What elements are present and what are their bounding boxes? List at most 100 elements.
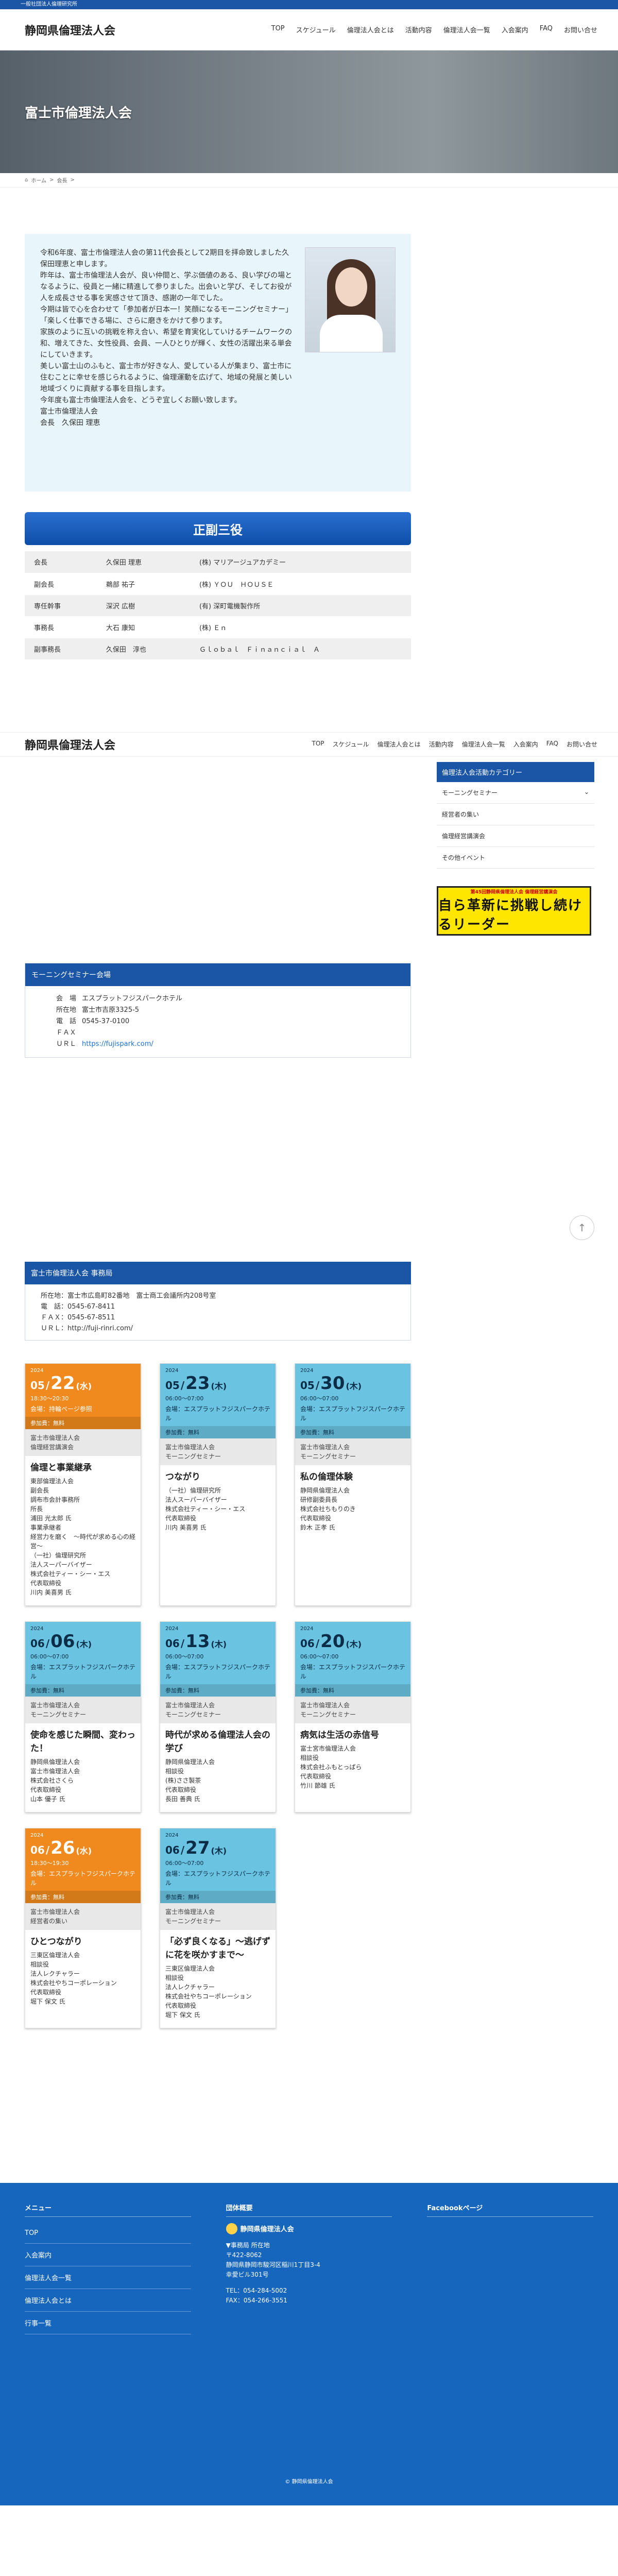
event-weekday: (木) bbox=[346, 1381, 362, 1391]
venue-url-link[interactable]: https://fujispark.com/ bbox=[82, 1039, 153, 1050]
nav-about[interactable]: 倫理法人会とは bbox=[347, 25, 394, 35]
event-speaker-line: 研修副委員長 bbox=[300, 1496, 338, 1503]
event-card[interactable]: 2024 06 / 26 (水) 18:30～19:30 会場：エスプラットフジ… bbox=[25, 1827, 141, 2028]
nav-activities[interactable]: 活動内容 bbox=[405, 25, 432, 35]
event-title[interactable]: 使命を感じた瞬間、変わった！ bbox=[30, 1728, 135, 1755]
event-year: 2024 bbox=[30, 1367, 44, 1374]
president-photo bbox=[305, 247, 396, 352]
event-card[interactable]: 2024 06 / 06 (木) 06:00～07:00 会場：エスプラットフジ… bbox=[25, 1621, 141, 1812]
nav-schedule[interactable]: スケジュール bbox=[333, 740, 369, 749]
event-speaker-line: 代表取締役 bbox=[165, 1514, 197, 1522]
greeting-line: 今期は皆で心を合わせて「参加者が日本一！笑顔になるモーニングセミナー」「楽しく仕… bbox=[40, 306, 293, 325]
footer-tel: TEL：054-284-5002 bbox=[226, 2286, 287, 2294]
event-time: 06:00～07:00 bbox=[165, 1859, 204, 1867]
nav-list[interactable]: 倫理法人会一覧 bbox=[462, 740, 505, 749]
nav-top[interactable]: TOP bbox=[312, 740, 324, 749]
event-title[interactable]: 倫理と事業継承 bbox=[30, 1461, 135, 1475]
event-title[interactable]: ひとつながり bbox=[30, 1935, 135, 1948]
event-title[interactable]: つながり bbox=[165, 1470, 270, 1484]
event-organizer: 富士市倫理法人会 bbox=[30, 1908, 80, 1916]
nav-about[interactable]: 倫理法人会とは bbox=[377, 740, 421, 749]
event-card[interactable]: 2024 06 / 13 (木) 06:00～07:00 会場：エスプラットフジ… bbox=[160, 1621, 276, 1812]
sidebar-item-gathering[interactable]: 経営者の集い bbox=[437, 804, 594, 825]
event-card[interactable]: 2024 05 / 30 (木) 06:00～07:00 会場：エスプラットフジ… bbox=[295, 1363, 411, 1606]
event-place: 会場：エスプラットフジスパークホテル bbox=[30, 1870, 136, 1887]
chevron-down-icon[interactable]: ⌄ bbox=[584, 788, 589, 797]
event-year: 2024 bbox=[165, 1367, 179, 1374]
event-place: 会場：エスプラットフジスパークホテル bbox=[165, 1870, 271, 1887]
back-to-top-button[interactable]: ↑ bbox=[570, 1215, 594, 1240]
event-weekday: (水) bbox=[76, 1845, 92, 1856]
sticky-header: 静岡県倫理法人会 TOP スケジュール 倫理法人会とは 活動内容 倫理法人会一覧… bbox=[0, 732, 618, 757]
footer-org-name: 静岡県倫理法人会 bbox=[240, 2226, 294, 2233]
event-year: 2024 bbox=[30, 1832, 44, 1838]
event-title[interactable]: 病気は生活の赤信号 bbox=[300, 1728, 405, 1742]
event-place: 会場：エスプラットフジスパークホテル bbox=[300, 1405, 406, 1422]
event-card[interactable]: 2024 05 / 22 (水) 18:30～20:30 会場：持輪ページ参照 … bbox=[25, 1363, 141, 1606]
footer-menu-title: メニュー bbox=[25, 2202, 191, 2217]
table-row: 副会長 鵜部 祐子 (株) ＹＯＵ ＨＯＵＳＥ bbox=[25, 573, 411, 595]
event-title[interactable]: 時代が求める倫理法人会の学び bbox=[165, 1728, 270, 1755]
nav-top[interactable]: TOP bbox=[271, 25, 285, 35]
nav-faq[interactable]: FAQ bbox=[546, 740, 558, 749]
nav-activities[interactable]: 活動内容 bbox=[429, 740, 454, 749]
event-title[interactable]: 「必ず良くなる」～逃げずに花を咲かすまで～ bbox=[165, 1935, 270, 1962]
footer-link-about[interactable]: 倫理法人会とは bbox=[25, 2289, 191, 2312]
event-time: 06:00～07:00 bbox=[300, 1395, 339, 1402]
site-logo[interactable]: 静岡県倫理法人会 bbox=[25, 736, 115, 753]
event-weekday: (木) bbox=[76, 1639, 92, 1649]
event-organizer: 富士市倫理法人会 bbox=[300, 1443, 350, 1451]
venue-value: 0545-37-0100 bbox=[82, 1017, 130, 1025]
global-nav: TOP スケジュール 倫理法人会とは 活動内容 倫理法人会一覧 入会案内 FAQ… bbox=[312, 740, 597, 749]
greeting-line: 家族のように互いの挑戦を称え合い、希望を育実化していけるチームワークの和、増えて… bbox=[40, 328, 293, 359]
footer-info: 団体概要 静岡県倫理法人会 ▼事務局 所在地 〒422-8062 静岡県静岡市駿… bbox=[226, 2202, 392, 2334]
nav-contact[interactable]: お問い合せ bbox=[564, 25, 597, 35]
event-card[interactable]: 2024 05 / 23 (木) 06:00～07:00 会場：エスプラットフジ… bbox=[160, 1363, 276, 1606]
event-body: 時代が求める倫理法人会の学び 静岡県倫理法人会 相談役 (株)ささ製茶 代表取締役 長田… bbox=[160, 1723, 276, 1812]
event-body: 使命を感じた瞬間、変わった！ 静岡県倫理法人会 富士市倫理法人会 株式会社さくら 代表… bbox=[25, 1723, 141, 1812]
office-url-link[interactable]: ＵＲＬ：http://fuji-rinri.com/ bbox=[41, 1323, 395, 1334]
sidebar-item-morning-seminar[interactable]: モーニングセミナー ⌄ bbox=[437, 782, 594, 804]
event-time: 06:00～07:00 bbox=[165, 1395, 204, 1402]
breadcrumb-separator: > bbox=[70, 177, 75, 183]
footer-link-events[interactable]: 行事一覧 bbox=[25, 2312, 191, 2334]
event-month: 05 bbox=[165, 1379, 180, 1392]
event-card[interactable]: 2024 06 / 20 (木) 06:00～07:00 会場：エスプラットフジ… bbox=[295, 1621, 411, 1812]
event-speaker-line: （一社）倫理研究所 bbox=[165, 1486, 221, 1494]
banner-subtitle: 第45回静岡県倫理法人会 倫理経営講演会 bbox=[470, 890, 558, 895]
footer-link-list[interactable]: 倫理法人会一覧 bbox=[25, 2266, 191, 2289]
nav-join[interactable]: 入会案内 bbox=[513, 740, 538, 749]
event-title[interactable]: 私の倫理体験 bbox=[300, 1470, 405, 1484]
nav-schedule[interactable]: スケジュール bbox=[296, 25, 336, 35]
nav-faq[interactable]: FAQ bbox=[540, 25, 553, 35]
sidebar-item-other[interactable]: その他イベント bbox=[437, 847, 594, 869]
event-speaker-line: 法人レクチャラー bbox=[30, 1970, 80, 1977]
footer-menu: メニュー TOP 入会案内 倫理法人会一覧 倫理法人会とは 行事一覧 bbox=[25, 2202, 191, 2334]
copyright: © 静岡県倫理法人会 bbox=[285, 2479, 333, 2485]
footer-link-top[interactable]: TOP bbox=[25, 2223, 191, 2244]
footer-link-join[interactable]: 入会案内 bbox=[25, 2244, 191, 2266]
site-logo[interactable]: 静岡県倫理法人会 bbox=[25, 22, 115, 38]
event-day: 06 bbox=[50, 1631, 75, 1652]
lecture-banner[interactable]: 第45回静岡県倫理法人会 倫理経営講演会 自ら革新に挑戦し続けるリーダー bbox=[437, 886, 591, 936]
event-speaker-line: 所長 bbox=[30, 1505, 43, 1513]
event-organizer: 富士市倫理法人会 bbox=[165, 1443, 215, 1451]
table-row: 副事務長 久保田 淳也 Ｇｌｏｂａｌ Ｆｉｎａｎｃｉａｌ Ａ bbox=[25, 638, 411, 660]
table-row: 会長 久保田 理恵 (株) マリアージュアカデミー bbox=[25, 551, 411, 573]
sidebar-item-lecture[interactable]: 倫理経営講演会 bbox=[437, 825, 594, 847]
nav-join[interactable]: 入会案内 bbox=[502, 25, 528, 35]
event-time: 06:00～07:00 bbox=[300, 1653, 339, 1660]
event-card[interactable]: 2024 06 / 27 (木) 06:00～07:00 会場：エスプラットフジ… bbox=[160, 1827, 276, 2028]
event-fee: 参加費：無料 bbox=[160, 1426, 276, 1438]
breadcrumb-home[interactable]: ホーム bbox=[31, 176, 46, 184]
venue-key: 電 話 bbox=[56, 1017, 77, 1025]
officer-role: 事務長 bbox=[25, 616, 97, 638]
site-footer: メニュー TOP 入会案内 倫理法人会一覧 倫理法人会とは 行事一覧 団体概要 … bbox=[0, 2182, 618, 2505]
event-year: 2024 bbox=[300, 1625, 314, 1632]
event-speaker-line: 長田 善典 氏 bbox=[165, 1795, 200, 1803]
event-speaker-line: 法人レクチャラー bbox=[165, 1983, 215, 1991]
sidebar-item-label: その他イベント bbox=[442, 854, 486, 861]
nav-list[interactable]: 倫理法人会一覧 bbox=[443, 25, 490, 35]
nav-contact[interactable]: お問い合せ bbox=[566, 740, 597, 749]
event-speaker-line: 株式会社ティー・シー・エス bbox=[30, 1570, 111, 1578]
